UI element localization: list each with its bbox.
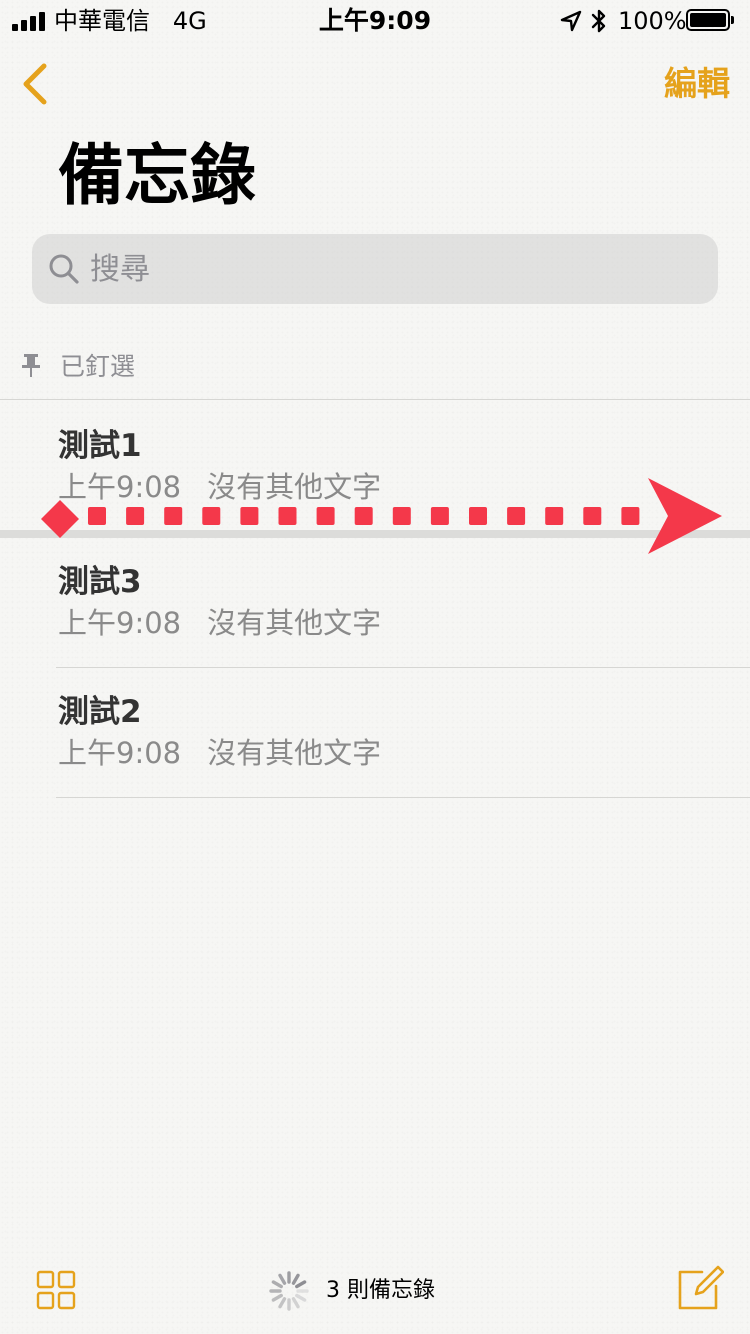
bluetooth-icon (591, 9, 606, 33)
search-input[interactable] (90, 234, 690, 304)
status-bar: 中華電信 4G 上午9:09 100% (0, 0, 750, 40)
compose-icon[interactable] (676, 1264, 724, 1312)
note-time: 上午9:08 (58, 736, 182, 770)
note-preview: 沒有其他文字 (207, 606, 382, 640)
note-row[interactable]: 測試2 上午9:08 沒有其他文字 (0, 668, 750, 798)
battery-percent: 100% (618, 7, 687, 35)
pin-icon (22, 354, 40, 377)
note-title: 測試3 (58, 564, 142, 600)
divider (56, 797, 750, 798)
note-title: 測試2 (58, 694, 142, 730)
pinned-section-title: 已釘選 (60, 352, 136, 381)
divider (0, 399, 750, 400)
note-preview: 沒有其他文字 (207, 736, 382, 770)
note-time: 上午9:08 (58, 606, 182, 640)
battery-icon (686, 9, 734, 31)
note-meta: 上午9:08 沒有其他文字 (58, 734, 381, 772)
note-title: 測試1 (58, 428, 142, 464)
loading-spinner-icon (269, 1271, 309, 1311)
chevron-left-icon[interactable] (20, 60, 52, 108)
note-meta: 上午9:08 沒有其他文字 (58, 604, 381, 642)
search-bar[interactable] (32, 234, 718, 304)
swipe-right-arrow-annotation (41, 478, 722, 554)
location-icon (560, 10, 582, 32)
page-title: 備忘錄 (58, 137, 256, 214)
edit-button[interactable]: 編輯 (630, 62, 730, 106)
notes-count: 3 則備忘錄 (326, 1278, 435, 1303)
search-icon (49, 254, 79, 284)
gallery-grid-icon[interactable] (36, 1270, 76, 1310)
